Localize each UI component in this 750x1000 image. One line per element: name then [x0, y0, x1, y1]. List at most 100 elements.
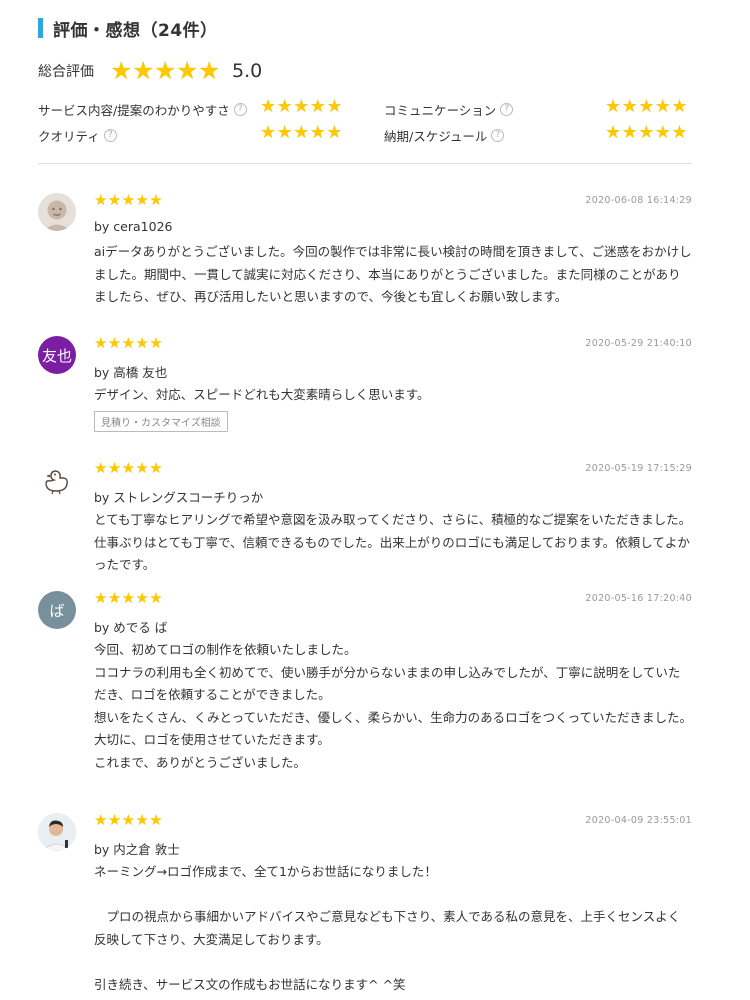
question-circle-icon[interactable]: ?: [103, 129, 117, 142]
star-icon: ★ ★: [638, 96, 655, 117]
star-icon: ★ ★: [621, 122, 638, 143]
sub-rating-label: クオリティ ?: [38, 126, 117, 145]
star-icon: ★ ★: [107, 191, 122, 209]
review-date: 2020-05-16 17:20:40: [585, 593, 692, 604]
avatar[interactable]: [38, 813, 76, 851]
star-icon: ★ ★: [121, 811, 136, 829]
sub-rating-stars: ★ ★ ★ ★ ★ ★ ★ ★ ★ ★: [605, 124, 688, 142]
star-icon: ★ ★: [605, 96, 622, 117]
star-icon: ★ ★: [671, 122, 688, 143]
review-author[interactable]: by cera1026: [94, 219, 172, 234]
person-photo-icon: [38, 813, 76, 851]
star-icon: ★ ★: [309, 96, 326, 117]
overall-score: 5.0: [232, 59, 263, 82]
review-date: 2020-04-09 23:55:01: [585, 815, 692, 826]
review-author[interactable]: by 内之倉 敦士: [94, 839, 180, 858]
duck-icon: [45, 470, 68, 495]
review-date: 2020-06-08 16:14:29: [585, 195, 692, 206]
star-icon: ★ ★: [135, 459, 149, 477]
star-icon: ★ ★: [293, 96, 310, 117]
star-icon: ★ ★: [94, 334, 108, 352]
star-icon: ★ ★: [671, 96, 688, 117]
star-icon: ★ ★: [135, 334, 149, 352]
person-silhouette-icon: [38, 193, 76, 231]
overall-rating-label: 総合評価: [38, 63, 94, 80]
overall-stars: ★ ★ ★ ★ ★ ★ ★ ★ ★ ★: [110, 58, 220, 83]
star-icon: ★ ★: [149, 459, 163, 477]
star-icon: ★ ★: [605, 122, 622, 143]
review-body: ネーミング→ロゴ作成まで、全て1からお世話になりました！ プロの視点から事細かい…: [94, 864, 681, 992]
review-tag: 見積り・カスタマイズ相談: [94, 411, 228, 432]
sub-rating-label: 納期/スケジュール ?: [384, 126, 505, 145]
question-circle-icon[interactable]: ?: [233, 103, 247, 116]
star-icon: ★ ★: [149, 811, 163, 829]
avatar-initials: ば: [49, 601, 65, 620]
star-icon: ★ ★: [293, 122, 310, 143]
sub-rating-label: サービス内容/提案のわかりやすさ ?: [38, 100, 247, 119]
review-stars: ★ ★ ★ ★ ★ ★ ★ ★ ★ ★: [94, 591, 163, 606]
star-icon: ★ ★: [149, 589, 163, 607]
question-circle-icon[interactable]: ?: [500, 103, 514, 116]
star-icon: ★ ★: [309, 122, 326, 143]
star-icon: ★ ★: [638, 122, 655, 143]
star-icon: ★ ★: [260, 122, 277, 143]
star-icon: ★ ★: [107, 811, 122, 829]
review-stars: ★ ★ ★ ★ ★ ★ ★ ★ ★ ★: [94, 193, 163, 208]
star-icon: ★ ★: [276, 122, 293, 143]
sub-rating-label: コミュニケーション ?: [384, 100, 514, 119]
star-icon: ★ ★: [654, 122, 671, 143]
review-body: とても丁寧なヒアリングで希望や意図を汲み取ってくださり、さらに、積極的なご提案を…: [94, 512, 692, 572]
divider: [38, 163, 692, 164]
review-stars: ★ ★ ★ ★ ★ ★ ★ ★ ★ ★: [94, 813, 163, 828]
review-stars: ★ ★ ★ ★ ★ ★ ★ ★ ★ ★: [94, 461, 163, 476]
review-body: aiデータありがとうございました。今回の製作では非常に長い検討の時間を頂きまして…: [94, 244, 692, 304]
sub-rating-stars: ★ ★ ★ ★ ★ ★ ★ ★ ★ ★: [260, 124, 343, 142]
section-heading: 評価・感想（24件）: [38, 17, 218, 41]
star-icon: ★ ★: [135, 589, 149, 607]
question-circle-icon[interactable]: ?: [491, 129, 505, 142]
star-icon: ★ ★: [107, 589, 122, 607]
sub-rating-stars: ★ ★ ★ ★ ★ ★ ★ ★ ★ ★: [605, 98, 688, 116]
star-icon: ★ ★: [135, 191, 149, 209]
star-icon: ★ ★: [107, 334, 122, 352]
star-icon: ★ ★: [154, 56, 177, 85]
review-stars: ★ ★ ★ ★ ★ ★ ★ ★ ★ ★: [94, 336, 163, 351]
avatar[interactable]: [38, 461, 76, 499]
sub-rating-stars: ★ ★ ★ ★ ★ ★ ★ ★ ★ ★: [260, 98, 343, 116]
star-icon: ★ ★: [149, 334, 163, 352]
star-icon: ★ ★: [121, 191, 136, 209]
star-icon: ★ ★: [121, 589, 136, 607]
overall-rating: 総合評価 ★ ★ ★ ★ ★ ★ ★ ★ ★ ★ 5.0: [38, 58, 262, 83]
star-icon: ★ ★: [121, 334, 136, 352]
star-icon: ★ ★: [121, 459, 136, 477]
avatar[interactable]: [38, 193, 76, 231]
star-icon: ★ ★: [326, 96, 343, 117]
star-icon: ★ ★: [260, 96, 277, 117]
review-body: 今回、初めてロゴの制作を依頼いたしました。 ココナラの利用も全く初めてで、使い勝…: [94, 642, 693, 770]
review-date: 2020-05-19 17:15:29: [585, 463, 692, 474]
star-icon: ★ ★: [326, 122, 343, 143]
review-body: デザイン、対応、スピードどれも大変素晴らしく思います。: [94, 387, 430, 402]
star-icon: ★ ★: [621, 96, 638, 117]
star-icon: ★ ★: [94, 811, 108, 829]
star-icon: ★ ★: [132, 56, 155, 85]
star-icon: ★ ★: [176, 56, 199, 85]
star-icon: ★ ★: [110, 56, 133, 85]
star-icon: ★ ★: [94, 459, 108, 477]
review-date: 2020-05-29 21:40:10: [585, 338, 692, 349]
heading-accent-bar: [38, 18, 43, 38]
avatar[interactable]: ば: [38, 591, 76, 629]
review-author[interactable]: by ストレングスコーチりっか: [94, 487, 263, 506]
star-icon: ★ ★: [276, 96, 293, 117]
review-author[interactable]: by 高橋 友也: [94, 362, 167, 381]
review-author[interactable]: by めでる ば: [94, 617, 167, 636]
avatar[interactable]: 友也: [38, 336, 76, 374]
star-icon: ★ ★: [149, 191, 163, 209]
star-icon: ★ ★: [94, 191, 108, 209]
star-icon: ★ ★: [135, 811, 149, 829]
section-title: 評価・感想（24件）: [53, 20, 218, 41]
star-icon: ★ ★: [107, 459, 122, 477]
star-icon: ★ ★: [654, 96, 671, 117]
star-icon: ★ ★: [94, 589, 108, 607]
star-icon: ★ ★: [198, 56, 221, 85]
